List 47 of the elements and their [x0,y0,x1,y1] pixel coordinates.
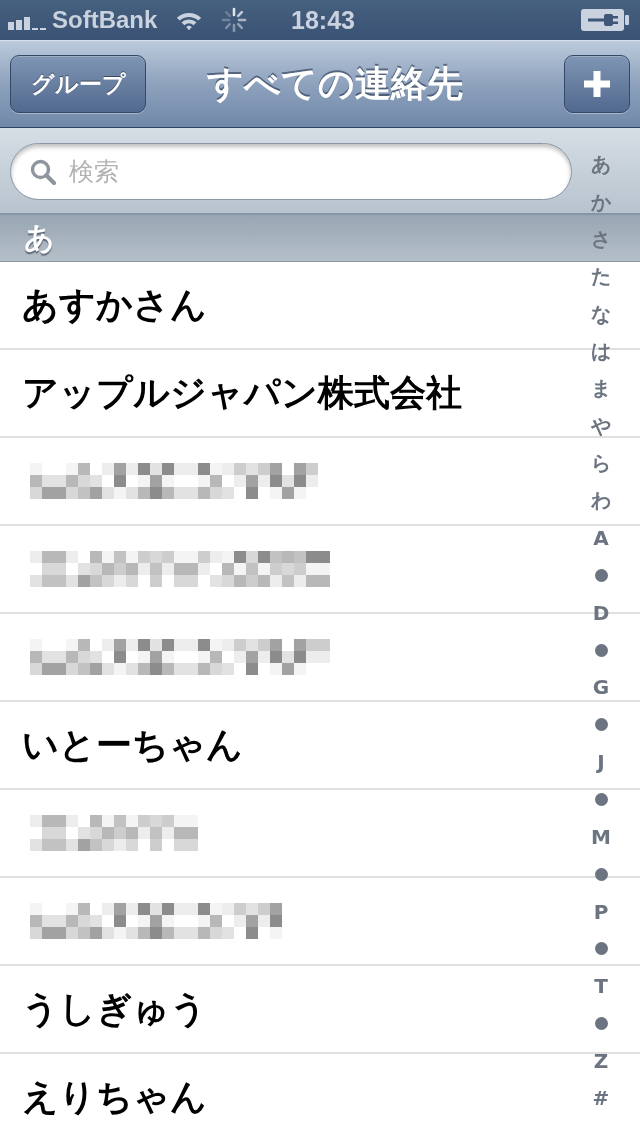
battery-charging-icon [580,8,630,32]
pixelated-name[interactable] [30,463,318,499]
contact-name[interactable]: アップルジャパン株式会社 [22,368,462,418]
index-letter[interactable]: M [591,818,611,856]
index-letter[interactable]: # [592,1079,610,1117]
index-letter[interactable]: は [591,332,611,371]
index-letter[interactable]: あ [591,146,611,184]
index-letter[interactable]: わ [591,482,611,520]
index-letter[interactable]: T [594,967,608,1005]
index-letter[interactable]: な [591,295,611,333]
pixelated-name[interactable] [30,903,282,939]
contact-name[interactable]: うしぎゅう [22,984,207,1034]
index-dot-icon[interactable] [594,1017,608,1031]
search-icon [30,159,56,185]
pixelated-name[interactable] [30,639,330,675]
screen-title: すべての連絡先 [206,61,464,106]
index-letter[interactable]: J [597,743,605,781]
index-dot-icon[interactable] [594,942,608,956]
groups-button[interactable]: グループ [10,55,146,113]
carrier-name: SoftBank [52,6,158,34]
index-dot-icon[interactable] [594,643,608,657]
index-letter[interactable]: か [591,183,611,221]
index-letter[interactable]: P [593,892,609,931]
index-dot-icon[interactable] [594,568,608,582]
index-letter[interactable]: D [592,594,610,632]
index-dot-icon[interactable] [594,718,608,732]
index-letter[interactable]: ら [591,444,611,483]
index-letter[interactable]: G [592,668,610,707]
pixelated-name[interactable] [30,551,330,587]
index-letter[interactable]: Z [593,1042,609,1080]
index-letter[interactable]: A [593,519,609,557]
add-contact-button[interactable] [564,55,630,113]
index-letter[interactable]: ま [591,370,611,408]
section-letter: あ [24,218,55,257]
status-time: 18:43 [290,5,355,35]
contact-name[interactable]: あすかさん [22,280,207,330]
spinner-icon [221,7,248,33]
index-letter[interactable]: や [591,407,611,445]
contact-name[interactable]: いとーちゃん [22,720,243,770]
plus-icon [584,71,610,97]
search-field[interactable]: 検索 [10,143,572,200]
pixelated-name[interactable] [30,815,198,851]
contact-name[interactable]: えりちゃん [22,1072,207,1122]
index-dot-icon[interactable] [594,793,608,806]
index-letter[interactable]: た [591,258,611,296]
signal-bars-icon [8,16,48,30]
index-dot-icon[interactable] [594,867,608,881]
